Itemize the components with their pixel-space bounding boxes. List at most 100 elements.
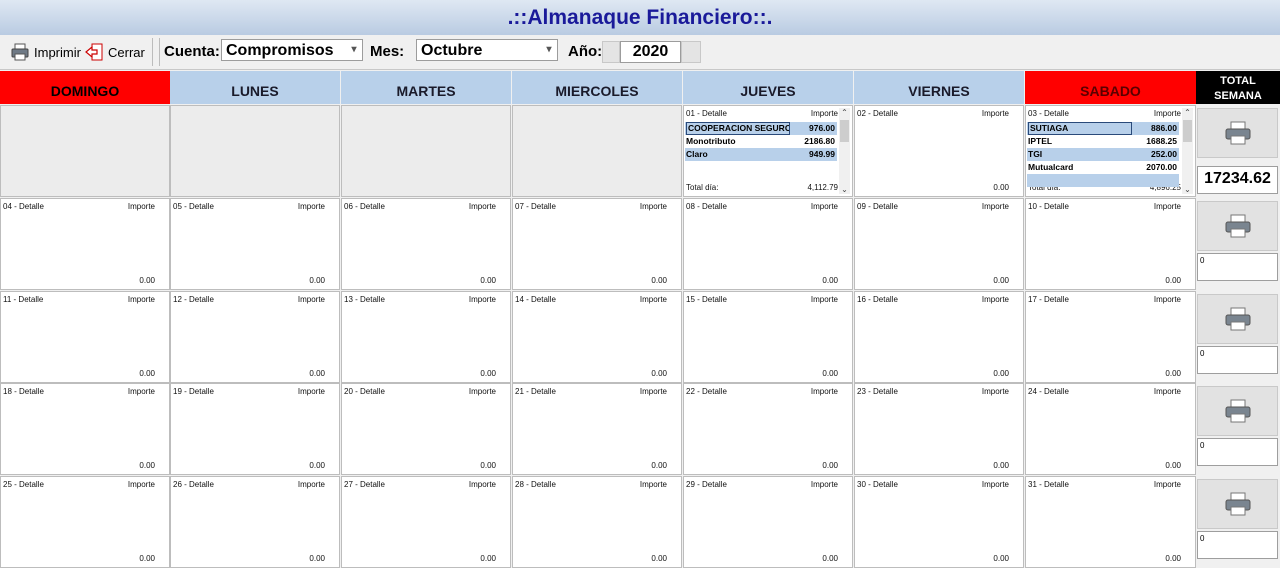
day-detail-label: 18 - Detalle xyxy=(3,387,44,396)
day-detail-label: 27 - Detalle xyxy=(344,480,385,489)
toolbar-separator xyxy=(159,38,160,66)
scroll-up-icon[interactable]: ⌃ xyxy=(839,108,850,117)
day-detail-label: 26 - Detalle xyxy=(173,480,214,489)
mes-select[interactable]: Octubre ▾ xyxy=(416,39,558,61)
scroll-down-icon[interactable]: ⌄ xyxy=(1182,185,1193,194)
entry-row[interactable]: IPTEL 1688.25 xyxy=(1027,135,1179,148)
importe-label: Importe xyxy=(810,202,838,211)
day-cell-09[interactable]: 09 - Detalle Importe 0.00 xyxy=(854,198,1024,290)
print-week-button[interactable] xyxy=(1197,294,1278,344)
print-week-button[interactable] xyxy=(1197,479,1278,529)
day-cell-23[interactable]: 23 - Detalle Importe 0.00 xyxy=(854,383,1024,475)
scroll-down-icon[interactable]: ⌄ xyxy=(839,185,850,194)
vertical-scrollbar[interactable]: ⌃ ⌄ xyxy=(1182,108,1193,194)
week-total-field[interactable]: 0 xyxy=(1197,346,1278,374)
entry-row[interactable]: Mutualcard 2070.00 xyxy=(1027,161,1179,174)
day-cell-26[interactable]: 26 - Detalle Importe 0.00 xyxy=(170,476,340,568)
day-header-martes: MARTES xyxy=(341,71,511,104)
day-cell-28[interactable]: 28 - Detalle Importe 0.00 xyxy=(512,476,682,568)
vertical-scrollbar[interactable]: ⌃ ⌄ xyxy=(839,108,850,194)
day-cell-08[interactable]: 08 - Detalle Importe 0.00 xyxy=(683,198,853,290)
day-total: 0.00 xyxy=(480,461,496,470)
cuenta-select[interactable]: Compromisos ▾ xyxy=(221,39,363,61)
day-cell-12[interactable]: 12 - Detalle Importe 0.00 xyxy=(170,291,340,383)
importe-label: Importe xyxy=(1153,387,1181,396)
day-detail-label: 14 - Detalle xyxy=(515,295,556,304)
title-bar: .::Almanaque Financiero::. xyxy=(0,0,1280,35)
day-cell-22[interactable]: 22 - Detalle Importe 0.00 xyxy=(683,383,853,475)
entry-row[interactable]: COOPERACION SEGURO 976.00 xyxy=(685,122,837,135)
day-cell-04[interactable]: 04 - Detalle Importe 0.00 xyxy=(0,198,170,290)
day-cell-07[interactable]: 07 - Detalle Importe 0.00 xyxy=(512,198,682,290)
day-total: 0.00 xyxy=(993,369,1009,378)
entry-row-filler xyxy=(685,161,837,174)
importe-label: Importe xyxy=(981,109,1009,118)
day-cell-01[interactable]: 01 - Detalle Importe 4,112.79 Total día: COO… xyxy=(683,105,853,197)
day-cell-03[interactable]: 03 - Detalle Importe 4,896.25 Total día: SUT… xyxy=(1025,105,1196,197)
entry-row[interactable]: TGI 252.00 xyxy=(1027,148,1179,161)
day-detail-label: 06 - Detalle xyxy=(344,202,385,211)
day-cell-30[interactable]: 30 - Detalle Importe 0.00 xyxy=(854,476,1024,568)
day-total: 0.00 xyxy=(993,461,1009,470)
day-cell-17[interactable]: 17 - Detalle Importe 0.00 xyxy=(1025,291,1196,383)
entry-row[interactable]: Monotributo 2186.80 xyxy=(685,135,837,148)
entry-row[interactable]: Claro 949.99 xyxy=(685,148,837,161)
day-cell-29[interactable]: 29 - Detalle Importe 0.00 xyxy=(683,476,853,568)
day-cell-16[interactable]: 16 - Detalle Importe 0.00 xyxy=(854,291,1024,383)
print-week-button[interactable] xyxy=(1197,386,1278,436)
week-total-field[interactable]: 0 xyxy=(1197,531,1278,559)
day-cell-18[interactable]: 18 - Detalle Importe 0.00 xyxy=(0,383,170,475)
day-cell-24[interactable]: 24 - Detalle Importe 0.00 xyxy=(1025,383,1196,475)
day-total: 0.00 xyxy=(822,369,838,378)
empty-day-cell xyxy=(0,105,170,197)
day-cell-13[interactable]: 13 - Detalle Importe 0.00 xyxy=(341,291,511,383)
importe-label: Importe xyxy=(127,480,155,489)
print-button[interactable]: Imprimir xyxy=(10,40,81,64)
week-total-field[interactable]: 0 xyxy=(1197,253,1278,281)
importe-label: Importe xyxy=(468,387,496,396)
day-total: 0.00 xyxy=(480,369,496,378)
empty-day-cell xyxy=(512,105,682,197)
scroll-up-icon[interactable]: ⌃ xyxy=(1182,108,1193,117)
day-total: 0.00 xyxy=(1165,369,1181,378)
day-detail-label: 02 - Detalle xyxy=(857,109,898,118)
year-input[interactable]: 2020 xyxy=(620,41,681,63)
week-total-field[interactable]: 17234.62 xyxy=(1197,166,1278,194)
day-total: 0.00 xyxy=(309,554,325,563)
scroll-thumb[interactable] xyxy=(840,120,849,142)
importe-label: Importe xyxy=(1153,109,1181,118)
print-week-button[interactable] xyxy=(1197,201,1278,251)
close-button[interactable]: Cerrar xyxy=(84,40,145,64)
day-cell-02[interactable]: 02 - Detalle Importe 0.00 xyxy=(854,105,1024,197)
importe-label: Importe xyxy=(1153,295,1181,304)
week-total-field[interactable]: 0 xyxy=(1197,438,1278,466)
importe-label: Importe xyxy=(297,480,325,489)
entry-value: 2186.80 xyxy=(804,136,835,146)
scroll-thumb[interactable] xyxy=(1183,120,1192,142)
app-title: .::Almanaque Financiero::. xyxy=(507,6,773,29)
day-cell-31[interactable]: 31 - Detalle Importe 0.00 xyxy=(1025,476,1196,568)
day-cell-21[interactable]: 21 - Detalle Importe 0.00 xyxy=(512,383,682,475)
year-decrement[interactable] xyxy=(602,41,620,63)
day-cell-19[interactable]: 19 - Detalle Importe 0.00 xyxy=(170,383,340,475)
day-detail-label: 16 - Detalle xyxy=(857,295,898,304)
day-total: 0.00 xyxy=(1165,554,1181,563)
entry-row[interactable]: SUTIAGA 886.00 xyxy=(1027,122,1179,135)
day-cell-14[interactable]: 14 - Detalle Importe 0.00 xyxy=(512,291,682,383)
year-increment[interactable] xyxy=(681,41,701,63)
importe-label: Importe xyxy=(639,480,667,489)
day-total: 0.00 xyxy=(822,554,838,563)
day-cell-11[interactable]: 11 - Detalle Importe 0.00 xyxy=(0,291,170,383)
importe-label: Importe xyxy=(127,295,155,304)
day-cell-27[interactable]: 27 - Detalle Importe 0.00 xyxy=(341,476,511,568)
day-cell-10[interactable]: 10 - Detalle Importe 0.00 xyxy=(1025,198,1196,290)
day-cell-05[interactable]: 05 - Detalle Importe 0.00 xyxy=(170,198,340,290)
entry-name: Claro xyxy=(686,149,708,159)
day-cell-15[interactable]: 15 - Detalle Importe 0.00 xyxy=(683,291,853,383)
day-detail-label: 12 - Detalle xyxy=(173,295,214,304)
day-header-sabado: SABADO xyxy=(1025,71,1196,104)
print-week-button[interactable] xyxy=(1197,108,1278,158)
day-cell-25[interactable]: 25 - Detalle Importe 0.00 xyxy=(0,476,170,568)
day-cell-06[interactable]: 06 - Detalle Importe 0.00 xyxy=(341,198,511,290)
day-cell-20[interactable]: 20 - Detalle Importe 0.00 xyxy=(341,383,511,475)
